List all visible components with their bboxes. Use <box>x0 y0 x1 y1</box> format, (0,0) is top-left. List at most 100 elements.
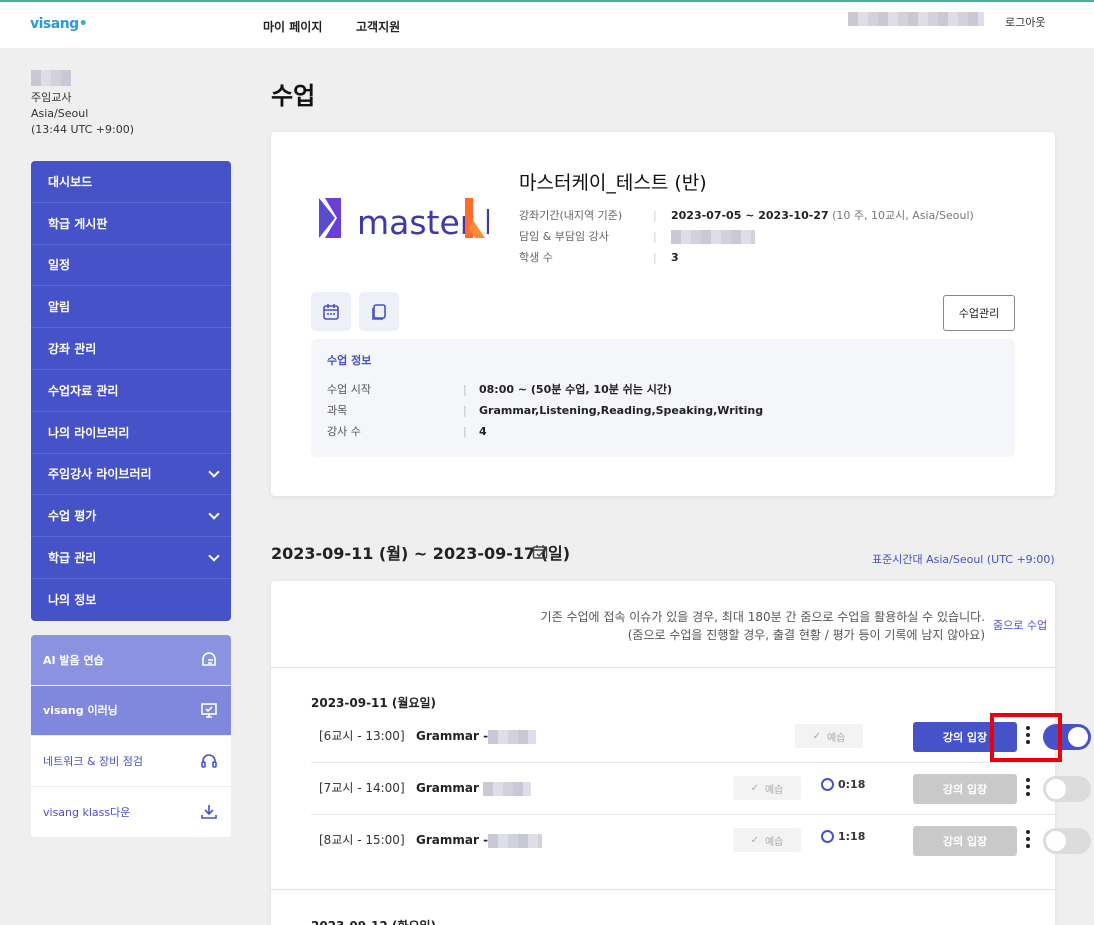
prep-button[interactable]: ✓ 예습 <box>795 724 863 748</box>
sidebar-item-my-info[interactable]: 나의 정보 <box>31 579 231 621</box>
profile-time: (13:44 UTC +9:00) <box>31 123 135 136</box>
lesson-subject-text: Grammar - <box>416 729 489 743</box>
timezone-label: 표준시간대 Asia/Seoul (UTC +9:00) <box>872 553 1055 566</box>
nav-customer-support[interactable]: 고객지원 <box>356 18 400 35</box>
separator: | <box>653 209 657 222</box>
sidebar-extras: AI 발음 연습 visang 이러닝 네트워크 & 장비 점검 visang … <box>31 635 231 837</box>
sidebar-item-course-management[interactable]: 강좌 관리 <box>31 328 231 370</box>
document-icon <box>372 303 386 320</box>
students-row: 학생 수 | 3 <box>519 249 679 265</box>
master-k-logo: master k <box>319 198 489 242</box>
sidebar-item-label: 학급 관리 <box>48 551 97 566</box>
extra-label: AI 발음 연습 <box>43 653 104 667</box>
profile-timezone: Asia/Seoul <box>31 107 89 120</box>
teacher-count-label: 강사 수 <box>327 425 361 438</box>
sidebar-item-my-library[interactable]: 나의 라이브러리 <box>31 412 231 454</box>
class-title: 마스터케이_테스트 (반) <box>519 172 707 194</box>
toggle-knob <box>1046 831 1066 851</box>
sidebar-item-label: 학급 게시판 <box>48 216 108 231</box>
class-management-button[interactable]: 수업관리 <box>943 295 1015 331</box>
class-info-heading: 수업 정보 <box>327 354 372 367</box>
chevron-down-icon <box>208 466 220 478</box>
lesson-row: [7교시 - 14:00] Grammar ✓ 예습 0:18 강의 입장 <box>311 763 1091 815</box>
prep-label: 예습 <box>826 732 846 744</box>
sidebar-item-label: 강좌 관리 <box>48 342 97 357</box>
sidebar-item-evaluation[interactable]: 수업 평가 <box>31 495 231 538</box>
download-icon <box>201 804 217 819</box>
teacher-count-row: 강사 수 | 4 <box>327 423 487 439</box>
separator: | <box>463 425 467 438</box>
chevron-down-icon <box>208 549 220 562</box>
sidebar-item-label: 일정 <box>48 258 71 273</box>
materials-button[interactable] <box>359 292 399 331</box>
visang-logo[interactable]: visang• <box>30 16 88 32</box>
calendar-icon <box>323 303 339 320</box>
separator: | <box>463 404 467 417</box>
sidebar-item-label: 수업 평가 <box>48 509 97 524</box>
sidebar-item-label: 주임강사 라이브러리 <box>48 467 152 482</box>
sidebar-item-label: 나의 라이브러리 <box>48 425 130 440</box>
more-options-icon[interactable] <box>1026 830 1030 848</box>
sidebar-item-label: 대시보드 <box>48 174 93 189</box>
teacher-names-redacted <box>671 230 755 244</box>
course-period-sub: (10 주, 10교시, Asia/Seoul) <box>832 209 974 222</box>
lesson-subject: Grammar <box>416 763 532 813</box>
enter-class-button[interactable]: 강의 입장 <box>913 774 1017 804</box>
zoom-notice-line1: 기존 수업에 접속 이슈가 있을 경우, 최대 180분 간 줌으로 수업을 활… <box>540 610 985 624</box>
enter-class-button[interactable]: 강의 입장 <box>913 826 1017 856</box>
extra-label: visang klass다운 <box>43 805 131 819</box>
schedule-card: 기존 수업에 접속 이슈가 있을 경우, 최대 180분 간 줌으로 수업을 활… <box>271 581 1091 925</box>
profile-role: 주임교사 <box>31 91 72 104</box>
prep-button[interactable]: ✓ 예습 <box>733 828 801 852</box>
lesson-subject-text: Grammar - <box>416 833 489 847</box>
sidebar-item-dashboard[interactable]: 대시보드 <box>31 161 231 203</box>
visang-elearning-button[interactable]: visang 이러닝 <box>31 685 231 736</box>
separator: | <box>653 230 657 243</box>
nav-my-page[interactable]: 마이 페이지 <box>263 18 322 35</box>
students-label: 학생 수 <box>519 251 553 264</box>
ai-pronunciation-button[interactable]: AI 발음 연습 <box>31 635 231 686</box>
more-options-icon[interactable] <box>1026 778 1030 796</box>
network-check-button[interactable]: 네트워크 & 장비 점검 <box>31 736 231 787</box>
calendar-button[interactable] <box>311 292 351 331</box>
next-day-title: 2023-09-12 (화요일) <box>311 917 436 925</box>
speech-icon <box>202 651 216 666</box>
lesson-subject-text: Grammar <box>416 781 479 795</box>
zoom-class-link[interactable]: 줌으로 수업 <box>993 617 1047 633</box>
divider <box>271 889 1055 890</box>
subject-value: Grammar,Listening,Reading,Speaking,Writi… <box>479 404 764 417</box>
user-name-redacted <box>848 12 984 26</box>
lesson-subject-redacted <box>483 781 532 796</box>
clock-icon <box>821 830 834 843</box>
check-icon: ✓ <box>750 782 759 794</box>
lesson-timer: 1:18 <box>821 830 865 843</box>
zoom-notice: 기존 수업에 접속 이슈가 있을 경우, 최대 180분 간 줌으로 수업을 활… <box>541 608 985 644</box>
course-period-label: 강좌기간(내지역 기준) <box>519 209 623 222</box>
divider <box>271 667 1055 668</box>
sidebar-item-class-management[interactable]: 학급 관리 <box>31 537 231 579</box>
students-value: 3 <box>671 251 679 264</box>
prep-button[interactable]: ✓ 예습 <box>733 776 801 800</box>
sidebar-item-materials[interactable]: 수업자료 관리 <box>31 370 231 412</box>
lesson-subject-redacted <box>488 833 543 848</box>
day-title: 2023-09-11 (월요일) <box>311 696 437 710</box>
klass-download-button[interactable]: visang klass다운 <box>31 786 231 837</box>
sidebar-item-notifications[interactable]: 알림 <box>31 286 231 329</box>
teacher-label: 담임 & 부담임 강사 <box>519 230 609 243</box>
highlight-box <box>990 713 1062 762</box>
lesson-toggle[interactable] <box>1043 828 1091 854</box>
clock-icon <box>821 778 834 791</box>
course-period-value: 2023-07-05 ~ 2023-10-27 <box>671 209 829 222</box>
class-start-value: 08:00 ~ (50분 수업, 10분 쉬는 시간) <box>479 383 673 396</box>
headset-icon <box>201 753 217 768</box>
teacher-count-value: 4 <box>479 425 487 438</box>
logout-link[interactable]: 로그아웃 <box>1005 14 1045 30</box>
sidebar-item-schedule[interactable]: 일정 <box>31 245 231 287</box>
lesson-toggle[interactable] <box>1043 776 1091 802</box>
profile-info: 주임교사 Asia/Seoul (13:44 UTC +9:00) <box>31 70 134 138</box>
subject-row: 과목 | Grammar,Listening,Reading,Speaking,Wr… <box>327 402 763 418</box>
calendar-check-icon[interactable] <box>532 544 548 560</box>
sidebar-item-head-library[interactable]: 주임강사 라이브러리 <box>31 454 231 496</box>
profile-name-redacted <box>31 70 71 86</box>
sidebar-item-class-board[interactable]: 학급 게시판 <box>31 203 231 245</box>
